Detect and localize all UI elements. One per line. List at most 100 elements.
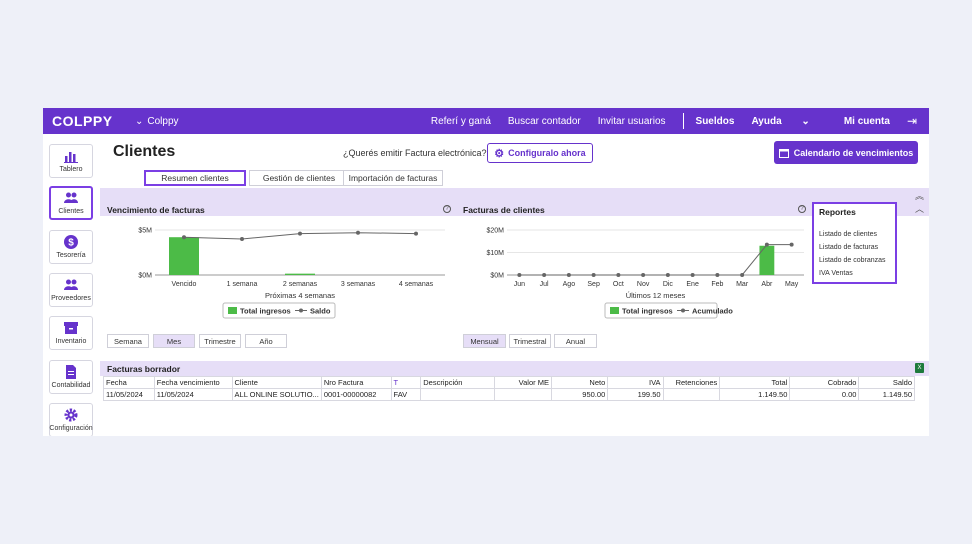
account-menu[interactable]: Mi cuenta: [844, 116, 890, 127]
help-icon[interactable]: ?: [443, 205, 451, 213]
period-ano[interactable]: Año: [245, 334, 287, 348]
x-tick-label: 1 semana: [227, 281, 258, 288]
sidebar-item-tablero[interactable]: Tablero: [49, 144, 93, 178]
borrador-table: Fecha Fecha vencimiento Cliente Nro Fact…: [103, 376, 915, 401]
x-tick-label: 4 semanas: [399, 281, 434, 288]
col-retenciones[interactable]: Retenciones: [662, 376, 721, 389]
report-link-clientes[interactable]: Listado de clientes: [819, 231, 877, 238]
legend-swatch-bar: [610, 307, 619, 314]
calendar-button[interactable]: Calendario de vencimientos: [774, 141, 918, 164]
cell-iva: 199.50: [607, 388, 664, 401]
cell-retenciones: [662, 388, 721, 401]
col-fecha-vencimiento[interactable]: Fecha vencimiento: [153, 376, 233, 389]
col-iva[interactable]: IVA: [607, 376, 664, 389]
period-trimestre[interactable]: Trimestre: [199, 334, 241, 348]
line-point: [566, 273, 571, 277]
sidebar-item-label: Clientes: [58, 208, 84, 215]
sidebar-item-label: Configuración: [49, 425, 93, 432]
x-tick-label: 2 semanas: [283, 281, 318, 288]
period-semana[interactable]: Semana: [107, 334, 149, 348]
dashboard: ︽ ︿ Vencimiento de facturas ? Facturas d…: [100, 188, 929, 352]
chevron-up-icon[interactable]: ︿: [915, 202, 924, 215]
company-selector[interactable]: ⌄ Colppy: [135, 116, 179, 127]
line-point: [356, 230, 360, 235]
line-point: [665, 273, 670, 277]
period-mensual[interactable]: Mensual: [463, 334, 506, 348]
sidebar-item-inventario[interactable]: Inventario: [49, 316, 93, 350]
sidebar-item-tesoreria[interactable]: $ Tesorería: [49, 230, 93, 264]
configure-button[interactable]: ⚙ Configuralo ahora: [487, 143, 593, 163]
cell-neto: 950.00: [550, 388, 609, 401]
tab-resumen-clientes[interactable]: Resumen clientes: [144, 170, 246, 186]
x-tick-label: Vencido: [172, 281, 197, 288]
col-valor-me[interactable]: Valor ME: [493, 376, 552, 389]
col-saldo[interactable]: Saldo: [858, 376, 915, 389]
report-link-facturas[interactable]: Listado de facturas: [819, 244, 878, 251]
col-neto[interactable]: Neto: [550, 376, 609, 389]
x-tick-label: Abr: [761, 281, 773, 288]
help-label: Ayuda: [751, 115, 782, 127]
legend-swatch-bar: [228, 307, 237, 314]
period-mes[interactable]: Mes: [153, 334, 195, 348]
period-anual[interactable]: Anual: [554, 334, 597, 348]
x-tick-label: Oct: [613, 281, 624, 288]
x-tick-label: Dic: [663, 281, 674, 288]
find-accountant-link[interactable]: Buscar contador: [508, 116, 581, 127]
reportes-panel: Reportes Listado de clientes Listado de …: [812, 202, 897, 284]
y-tick-label: $10M: [486, 250, 504, 257]
x-axis-label: Próximas 4 semanas: [265, 291, 335, 300]
col-nro-factura[interactable]: Nro Factura: [320, 376, 392, 389]
col-cliente[interactable]: Cliente: [231, 376, 322, 389]
help-menu[interactable]: Ayuda ⌄: [751, 116, 826, 127]
tab-importacion-facturas[interactable]: Importación de facturas: [343, 170, 443, 186]
sidebar-item-configuracion[interactable]: Configuración: [49, 403, 93, 436]
col-descripcion[interactable]: Descripción: [420, 376, 495, 389]
col-total[interactable]: Total: [719, 376, 791, 389]
invoice-question: ¿Querés emitir Factura electrónica?: [343, 148, 487, 158]
sidebar-item-label: Tesorería: [56, 252, 86, 259]
x-tick-label: Jun: [514, 281, 525, 288]
calendar-icon: [778, 148, 789, 158]
x-tick-label: 3 semanas: [341, 281, 376, 288]
logo[interactable]: COLPPY: [52, 113, 122, 129]
top-bar: COLPPY ⌄ Colppy Referí y ganá Buscar con…: [43, 108, 929, 134]
tab-gestion-clientes[interactable]: Gestión de clientes: [249, 170, 349, 186]
sidebar-item-clientes[interactable]: Clientes: [49, 186, 93, 220]
referral-link[interactable]: Referí y ganá: [431, 116, 491, 127]
sidebar-item-label: Inventario: [55, 338, 87, 345]
cell-descripcion: [420, 388, 495, 401]
x-tick-label: Ene: [686, 281, 699, 288]
table-row[interactable]: 11/05/2024 11/05/2024 ALL ONLINE SOLUTIO…: [103, 388, 915, 401]
configure-label: Configuralo ahora: [508, 148, 586, 158]
legend-swatch-point: [681, 308, 685, 313]
period-trimestral[interactable]: Trimestral: [509, 334, 551, 348]
sidebar-item-contabilidad[interactable]: Contabilidad: [49, 360, 93, 394]
cell-fecha: 11/05/2024: [103, 388, 155, 401]
x-tick-label: Mar: [736, 281, 749, 288]
sidebar-item-proveedores[interactable]: Proveedores: [49, 273, 93, 307]
line-point: [298, 231, 302, 236]
col-fecha[interactable]: Fecha: [103, 376, 155, 389]
collapse-icon[interactable]: ︽: [915, 189, 924, 202]
bar-chart-icon: [64, 152, 78, 163]
help-icon[interactable]: ?: [798, 205, 806, 213]
y-tick-label: $0M: [490, 273, 504, 280]
page-title: Clientes: [113, 143, 176, 160]
document-icon: [66, 365, 76, 379]
invite-users-link[interactable]: Invitar usuarios: [598, 116, 666, 127]
facturas-clientes-title: Facturas de clientes: [463, 205, 545, 215]
line-point: [641, 273, 646, 277]
report-link-cobranzas[interactable]: Listado de cobranzas: [819, 257, 886, 264]
report-link-iva-ventas[interactable]: IVA Ventas: [819, 270, 853, 277]
col-cobrado[interactable]: Cobrado: [789, 376, 860, 389]
cell-fecha-vencimiento: 11/05/2024: [153, 388, 233, 401]
series-line: [519, 244, 792, 276]
gear-icon: [64, 408, 78, 422]
logout-icon[interactable]: ⇥: [907, 114, 917, 128]
col-tipo[interactable]: T: [390, 376, 422, 389]
excel-export-icon[interactable]: X: [915, 363, 924, 373]
sueldos-link[interactable]: Sueldos: [696, 116, 735, 127]
sidebar: Tablero Clientes $ Tesorería Proveedores…: [43, 134, 100, 436]
x-tick-label: Sep: [587, 281, 600, 288]
line-point: [182, 235, 186, 240]
